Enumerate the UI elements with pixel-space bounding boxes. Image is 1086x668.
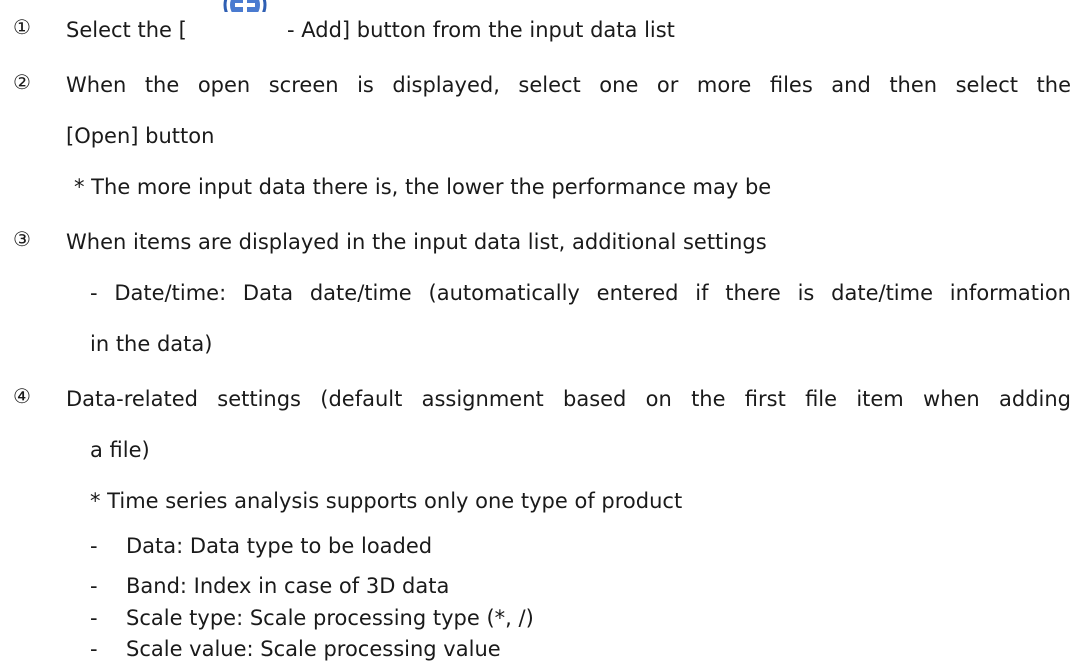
step-4-line-1: Data-related settings (default assignmen… xyxy=(66,387,1071,411)
step-3-sub-line-1: - Date/time: Data date/time (automatical… xyxy=(90,281,1071,305)
list-item-data: Data: Data type to be loaded xyxy=(126,534,433,558)
list-item-dash: - xyxy=(90,534,98,558)
list-item-dash: - xyxy=(90,637,98,661)
step-2-number: ② xyxy=(13,70,31,94)
step-2-line-2: [Open] button xyxy=(66,124,215,148)
step-2-line-1: When the open screen is displayed, selec… xyxy=(66,73,1071,97)
step-4-note: * Time series analysis supports only one… xyxy=(90,489,683,513)
step-1-number: ① xyxy=(13,15,31,39)
step-3-line-1: When items are displayed in the input da… xyxy=(66,230,767,254)
list-item-dash: - xyxy=(90,606,98,630)
step-3-number: ③ xyxy=(13,227,31,251)
step-4-number: ④ xyxy=(13,384,31,408)
step-1-text-before: Select the [ xyxy=(66,18,187,42)
step-2-note: * The more input data there is, the lowe… xyxy=(74,175,772,199)
step-3-sub-line-2: in the data) xyxy=(90,332,213,356)
list-item-dash: - xyxy=(90,574,98,598)
add-circle-icon xyxy=(222,0,268,12)
list-item-scale-value: Scale value: Scale processing value xyxy=(126,637,501,661)
list-item-scale-type: Scale type: Scale processing type (*, /) xyxy=(126,606,534,630)
list-item-band: Band: Index in case of 3D data xyxy=(126,574,450,598)
step-4-line-2: a file) xyxy=(90,438,150,462)
step-1-text-after: - Add] button from the input data list xyxy=(287,18,675,42)
